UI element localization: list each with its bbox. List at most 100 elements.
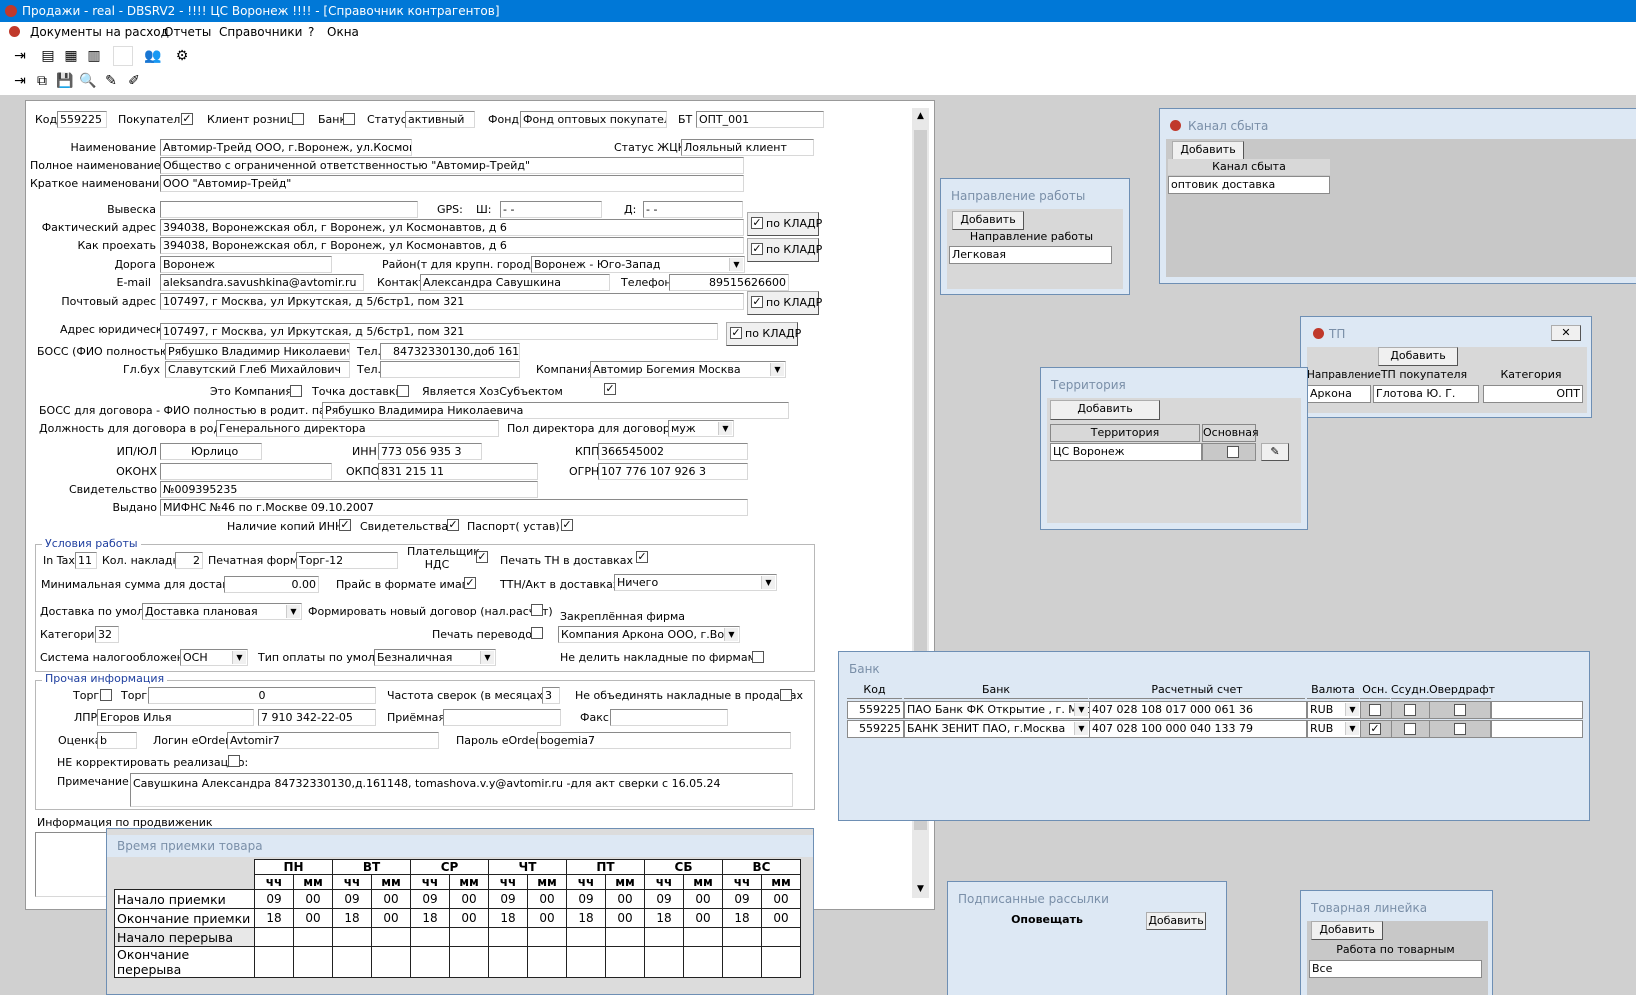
time-cell[interactable]: 18 xyxy=(644,908,684,928)
tovar-add-button[interactable]: Добавить xyxy=(1311,921,1383,940)
bank-ssudn-checkbox[interactable] xyxy=(1404,723,1416,735)
intax-field[interactable]: 11 xyxy=(75,552,97,569)
time-cell[interactable] xyxy=(254,927,294,947)
users-icon[interactable]: 👥 xyxy=(143,46,163,66)
time-cell[interactable] xyxy=(449,927,489,947)
prim-field[interactable]: Савушкина Александра 84732330130,д.16114… xyxy=(130,773,793,807)
time-cell[interactable] xyxy=(527,927,567,947)
menu-windows[interactable]: Окна xyxy=(327,22,359,42)
terr-edit-button[interactable]: ✎ xyxy=(1261,443,1289,461)
menu-documents[interactable]: Документы на расход xyxy=(30,22,169,42)
bank-osn-checkbox[interactable] xyxy=(1369,723,1381,735)
time-cell[interactable]: 18 xyxy=(566,908,606,928)
bank-row-bank[interactable]: БАНК ЗЕНИТ ПАО, г.Москва ▼ xyxy=(904,720,1090,738)
time-cell[interactable] xyxy=(644,946,684,978)
time-cell[interactable] xyxy=(722,946,762,978)
time-cell[interactable] xyxy=(566,927,606,947)
menu-help[interactable]: ? xyxy=(308,22,314,42)
time-cell[interactable]: 09 xyxy=(566,889,606,909)
kontakt-field[interactable]: Александра Савушкина xyxy=(420,274,610,291)
ipul-field[interactable]: Юрлицо xyxy=(160,443,262,460)
boss-tel-field[interactable]: 84732330130,доб 161148 xyxy=(380,343,520,360)
rassyl-add-button[interactable]: Добавить xyxy=(1146,912,1206,930)
time-cell[interactable] xyxy=(605,946,645,978)
time-cell[interactable]: 09 xyxy=(410,889,450,909)
bank-osn-checkbox[interactable] xyxy=(1369,704,1381,716)
kol-field[interactable]: 2 xyxy=(175,552,203,569)
chevron-down-icon[interactable]: ▼ xyxy=(718,422,732,435)
bank-row-kod[interactable]: 559225 xyxy=(847,701,904,719)
okpo-field[interactable]: 831 215 11 xyxy=(378,463,538,480)
time-cell[interactable]: 18 xyxy=(332,908,372,928)
time-cell[interactable]: 00 xyxy=(371,889,411,909)
sh-field[interactable]: - - xyxy=(500,201,602,218)
fond-field[interactable]: Фонд оптовых покупателей xyxy=(520,111,667,128)
boss-field[interactable]: Рябушко Владимир Николаевич xyxy=(165,343,350,360)
time-cell[interactable] xyxy=(293,927,333,947)
yur-field[interactable]: 107497, г Москва, ул Иркутская, д 5/6стр… xyxy=(160,323,718,340)
time-cell[interactable] xyxy=(683,946,723,978)
minsum-field[interactable]: 0.00 xyxy=(224,576,319,593)
poln-field[interactable]: Общество с ограниченной ответственностью… xyxy=(160,157,744,174)
time-cell[interactable] xyxy=(566,946,606,978)
ocenka-field[interactable]: b xyxy=(97,732,137,749)
bank-row-overdraft[interactable] xyxy=(1429,720,1491,738)
tp-add-button[interactable]: Добавить xyxy=(1378,347,1458,366)
bank-row-ssudn[interactable] xyxy=(1391,701,1431,719)
table-icon[interactable]: ▦ xyxy=(61,46,81,66)
time-cell[interactable]: 00 xyxy=(605,908,645,928)
time-cell[interactable]: 09 xyxy=(332,889,372,909)
bank-row-osn[interactable] xyxy=(1360,720,1392,738)
kpp-field[interactable]: 366545002 xyxy=(598,443,748,460)
chevron-down-icon[interactable]: ▼ xyxy=(770,363,784,376)
d-field[interactable]: - - xyxy=(643,201,743,218)
kompania-select[interactable]: Автомир Богемия Москва ▼ xyxy=(590,361,786,378)
tp-tp-value[interactable]: Глотова Ю. Г. xyxy=(1373,385,1479,403)
bt-field[interactable]: ОПТ_001 xyxy=(696,111,824,128)
torg-field[interactable]: 0 xyxy=(148,687,376,704)
klient-checkbox[interactable] xyxy=(292,113,304,125)
ttn-select[interactable]: Ничего ▼ xyxy=(614,574,777,591)
chevron-down-icon[interactable]: ▼ xyxy=(1074,722,1088,735)
boss-dog-field[interactable]: Рябушко Владимира Николаевича xyxy=(322,402,789,419)
chast-field[interactable]: 3 xyxy=(542,687,560,704)
time-cell[interactable]: 00 xyxy=(683,889,723,909)
terr-add-button[interactable]: Добавить xyxy=(1050,400,1160,420)
hoz-checkbox[interactable] xyxy=(604,383,616,395)
chevron-down-icon[interactable]: ▼ xyxy=(232,651,246,664)
bank-row-schet[interactable]: 407 028 108 017 000 061 36 xyxy=(1089,701,1307,719)
form-checkbox[interactable] xyxy=(531,604,543,616)
menu-icon[interactable] xyxy=(9,26,20,37)
time-cell[interactable]: 00 xyxy=(449,908,489,928)
pokupatel-checkbox[interactable] xyxy=(181,113,193,125)
kopii-inn-checkbox[interactable] xyxy=(339,519,351,531)
pol-select[interactable]: муж ▼ xyxy=(668,420,734,437)
exit-icon[interactable]: ⇥ xyxy=(10,46,30,66)
time-cell[interactable] xyxy=(449,946,489,978)
pen-icon[interactable]: ✐ xyxy=(124,71,144,91)
time-cell[interactable]: 09 xyxy=(254,889,294,909)
time-cell[interactable]: 18 xyxy=(410,908,450,928)
kak-kladr-checkbox[interactable] xyxy=(751,243,763,255)
parol-field[interactable]: bogemia7 xyxy=(537,732,791,749)
exit2-icon[interactable]: ⇥ xyxy=(10,71,30,91)
time-cell[interactable]: 09 xyxy=(722,889,762,909)
vyveska-field[interactable] xyxy=(160,201,418,218)
inn-field[interactable]: 773 056 935 3 xyxy=(378,443,482,460)
time-cell[interactable] xyxy=(722,927,762,947)
bank-checkbox[interactable] xyxy=(343,113,355,125)
time-cell[interactable]: 00 xyxy=(293,889,333,909)
time-cell[interactable] xyxy=(254,946,294,978)
pechper-checkbox[interactable] xyxy=(531,627,543,639)
kanal-add-button[interactable]: Добавить xyxy=(1172,141,1244,160)
time-cell[interactable]: 00 xyxy=(761,908,801,928)
time-cell[interactable]: 00 xyxy=(761,889,801,909)
preview-icon[interactable]: 🔍 xyxy=(78,71,98,91)
time-cell[interactable]: 00 xyxy=(605,889,645,909)
time-cell[interactable]: 09 xyxy=(488,889,528,909)
kak-field[interactable]: 394038, Воронежская обл, г Воронеж, ул К… xyxy=(160,237,744,254)
time-cell[interactable] xyxy=(488,946,528,978)
time-cell[interactable]: 00 xyxy=(683,908,723,928)
kod-field[interactable]: 559225 xyxy=(57,111,107,128)
terr-value[interactable]: ЦС Воронеж xyxy=(1050,443,1202,461)
